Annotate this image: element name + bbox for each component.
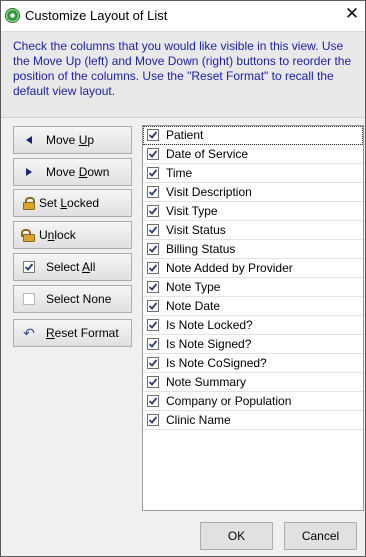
checked-checkbox[interactable] <box>147 357 159 369</box>
unlock-button[interactable]: Unlock <box>13 221 132 249</box>
undo-arrow-icon: ↶ <box>23 325 35 341</box>
checked-checkbox[interactable] <box>147 224 159 236</box>
column-label: Billing Status <box>166 242 236 256</box>
instructions-panel: Check the columns that you would like vi… <box>1 32 365 118</box>
move-up-button[interactable]: Move Up <box>13 126 132 154</box>
column-label: Visit Status <box>166 223 226 237</box>
column-label: Note Type <box>166 280 221 294</box>
unlock-icon <box>21 228 36 242</box>
unlock-label: Unlock <box>39 228 76 242</box>
checked-checkbox[interactable] <box>147 186 159 198</box>
instructions-text: Check the columns that you would like vi… <box>13 39 352 98</box>
reset-format-button[interactable]: ↶ Reset Format <box>13 319 132 347</box>
column-row[interactable]: Note Type <box>143 278 363 297</box>
column-label: Date of Service <box>166 147 249 161</box>
columns-checklist[interactable]: Patient Date of Service Time Visit Descript… <box>142 125 364 511</box>
column-row[interactable]: Note Added by Provider <box>143 259 363 278</box>
move-up-label: Move Up <box>46 133 95 147</box>
column-label: Visit Description <box>166 185 252 199</box>
column-label: Is Note Signed? <box>166 337 252 351</box>
checked-checkbox[interactable] <box>147 148 159 160</box>
checked-checkbox[interactable] <box>147 414 159 426</box>
column-label: Visit Type <box>166 204 218 218</box>
move-down-button[interactable]: Move Down <box>13 158 132 186</box>
cancel-button[interactable]: Cancel <box>284 522 357 550</box>
checked-checkbox[interactable] <box>147 376 159 388</box>
column-row[interactable]: Is Note CoSigned? <box>143 354 363 373</box>
empty-box-icon <box>22 292 36 306</box>
checked-checkbox[interactable] <box>147 319 159 331</box>
select-all-label: Select All <box>46 260 96 274</box>
column-row[interactable]: Visit Status <box>143 221 363 240</box>
checked-checkbox[interactable] <box>147 262 159 274</box>
column-label: Patient <box>166 128 204 142</box>
column-row[interactable]: Time <box>143 164 363 183</box>
column-row[interactable]: Visit Type <box>143 202 363 221</box>
column-label: Time <box>166 166 193 180</box>
set-locked-label: Set Locked <box>39 196 100 210</box>
column-label: Note Added by Provider <box>166 261 293 275</box>
customize-layout-dialog: Customize Layout of List ✕ Check the col… <box>0 0 366 557</box>
move-down-label: Move Down <box>46 165 110 179</box>
checked-checkbox[interactable] <box>147 395 159 407</box>
window-title: Customize Layout of List <box>25 8 168 23</box>
select-none-label: Select None <box>46 292 112 306</box>
column-row[interactable]: Clinic Name <box>143 411 363 430</box>
column-label: Note Summary <box>166 375 247 389</box>
column-row[interactable]: Note Date <box>143 297 363 316</box>
column-row[interactable]: Date of Service <box>143 145 363 164</box>
checked-checkbox[interactable] <box>147 338 159 350</box>
select-all-button[interactable]: Select All <box>13 253 132 281</box>
checked-box-icon <box>22 260 36 274</box>
title-bar: Customize Layout of List ✕ <box>1 1 365 32</box>
checked-checkbox[interactable] <box>147 167 159 179</box>
app-logo-icon <box>6 9 19 22</box>
column-row[interactable]: Billing Status <box>143 240 363 259</box>
checked-checkbox[interactable] <box>147 205 159 217</box>
ok-button[interactable]: OK <box>200 522 273 550</box>
select-none-button[interactable]: Select None <box>13 285 132 313</box>
column-label: Is Note Locked? <box>166 318 253 332</box>
column-row[interactable]: Is Note Locked? <box>143 316 363 335</box>
column-label: Company or Population <box>166 394 292 408</box>
arrow-right-icon <box>22 165 36 179</box>
checked-checkbox[interactable] <box>147 300 159 312</box>
close-icon[interactable]: ✕ <box>343 3 361 25</box>
column-row[interactable]: Company or Population <box>143 392 363 411</box>
column-row[interactable]: Note Summary <box>143 373 363 392</box>
lock-icon <box>22 196 36 210</box>
arrow-left-icon <box>22 133 36 147</box>
column-label: Is Note CoSigned? <box>166 356 267 370</box>
column-label: Note Date <box>166 299 221 313</box>
checked-checkbox[interactable] <box>147 129 159 141</box>
checked-checkbox[interactable] <box>147 243 159 255</box>
column-label: Clinic Name <box>166 413 231 427</box>
checked-checkbox[interactable] <box>147 281 159 293</box>
column-row[interactable]: Patient <box>143 126 363 145</box>
column-row[interactable]: Visit Description <box>143 183 363 202</box>
column-row[interactable]: Is Note Signed? <box>143 335 363 354</box>
set-locked-button[interactable]: Set Locked <box>13 189 132 217</box>
reset-format-label: Reset Format <box>46 326 119 340</box>
